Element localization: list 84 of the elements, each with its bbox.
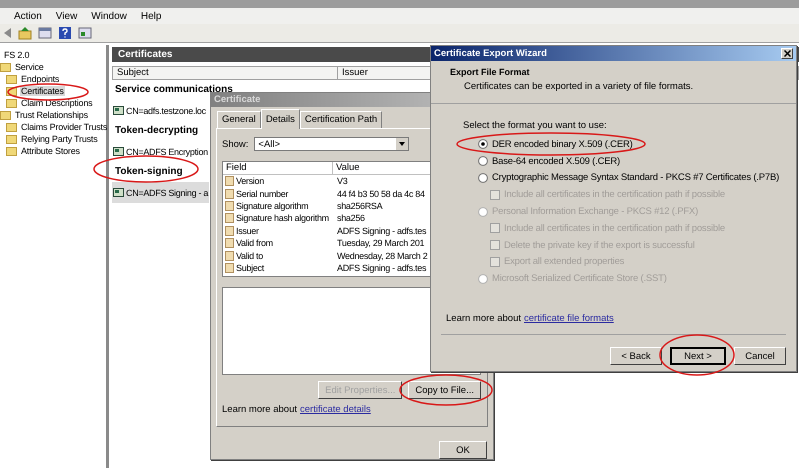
tree-item[interactable]: Claims Provider Trusts [0,121,108,133]
tree-item[interactable]: Relying Party Trusts [0,133,99,145]
option-label[interactable]: DER encoded binary X.509 (.CER) [492,138,633,150]
folder-icon [0,62,11,72]
radio-button[interactable] [478,139,488,150]
certificate-row[interactable]: CN=adfs.testzone.loc [112,100,207,121]
close-button[interactable] [781,48,793,59]
folder-icon [6,134,17,144]
folder-icon [6,122,17,132]
wizard-button[interactable]: < Back [610,347,662,365]
certificate-icon [113,188,124,197]
option-label[interactable]: Cryptographic Message Syntax Standard - PKCS #7 Certificates (.P7B) [492,172,780,184]
option-label[interactable]: Base-64 encoded X.509 (.CER) [492,156,620,167]
caret-icon[interactable] [396,138,408,150]
field-value: ADFS Signing - adfs.tes [336,262,426,273]
group-title: Token-decrypting [114,124,198,138]
field-value: sha256RSA [336,200,382,211]
tab[interactable]: General [217,111,261,128]
tree-item[interactable]: Attribute Stores [0,145,81,157]
field-name: Version [236,176,264,186]
certificate-row[interactable]: CN=ADFS Encryption [112,141,209,162]
tree-item[interactable]: Endpoints [0,73,60,85]
field-value: sha256 [336,213,365,224]
tab[interactable]: Details [260,109,300,129]
field-icon [225,226,234,236]
wizard-title: Certificate Export Wizard [434,48,547,59]
field-value: V3 [336,176,348,186]
menu-item[interactable]: View [56,10,78,22]
certificate-icon [113,147,124,156]
folder-icon [6,146,17,156]
field-icon [225,188,234,199]
folder-icon [0,110,11,120]
radio-button[interactable] [478,172,488,183]
learn-more-text: Learn more about [222,404,297,415]
tab[interactable]: Certification Path [300,111,382,128]
console-icon[interactable] [38,26,52,40]
learn-more-text: Learn more about [446,313,521,324]
field-value: Tuesday, 29 March 201 [336,238,424,248]
help-icon[interactable] [58,26,72,40]
field-name: Valid from [236,238,273,248]
field-value: 44 f4 b3 50 58 da 4c 84 [336,188,425,199]
folder-icon [6,98,17,108]
field-name: Subject [236,262,264,273]
wizard-heading: Export File Format [450,67,531,77]
field-icon [225,200,234,211]
ok-button[interactable]: OK [439,441,487,459]
format-prompt: Select the format you want to use: [463,120,608,131]
wizard-button[interactable]: Next > [670,347,726,365]
show-label: Show: [222,138,248,150]
field-value: Wednesday, 28 March 2 [336,250,428,261]
tree-item[interactable]: Service [0,61,45,73]
certificate-row[interactable]: CN=ADFS Signing - a [112,182,210,203]
tree-item[interactable]: Trust Relationships [0,109,89,121]
field-name: Valid to [236,250,263,261]
back-arrow-icon[interactable] [2,26,12,40]
certificate-icon [113,106,124,115]
certificate-details-link[interactable]: certificate details [300,404,371,415]
wizard-button[interactable]: Cancel [734,347,786,365]
field-name: Signature algorithm [236,200,308,211]
field-name: Signature hash algorithm [236,213,329,224]
menu-item[interactable]: Action [14,10,42,22]
menu-item[interactable]: Help [140,10,162,22]
field-icon [225,250,234,261]
radio-button[interactable] [478,156,488,166]
column-header[interactable]: Field [223,162,333,174]
show-dropdown[interactable]: <All> [254,137,410,151]
field-value: ADFS Signing - adfs.tes [336,226,426,236]
field-name: Serial number [236,188,288,199]
field-icon [225,176,234,186]
field-icon [225,213,234,224]
tree-item[interactable]: Claim Descriptions [0,97,94,109]
column-header[interactable]: Subject [113,67,338,79]
field-name: Issuer [236,226,259,236]
wizard-subheading: Certificates can be exported in a variety of file formats. [464,81,694,92]
file-formats-link[interactable]: certificate file formats [524,313,614,324]
folder-up-icon[interactable] [18,26,32,40]
field-icon [225,262,234,273]
group-title: Token-signing [114,165,183,179]
folder-icon [6,74,17,84]
dialog-button[interactable]: Copy to File... [408,381,481,399]
field-icon [225,238,234,248]
menu-item[interactable]: Window [91,10,127,22]
tree-item[interactable]: FS 2.0 [0,49,30,61]
pane-icon[interactable] [78,26,92,40]
